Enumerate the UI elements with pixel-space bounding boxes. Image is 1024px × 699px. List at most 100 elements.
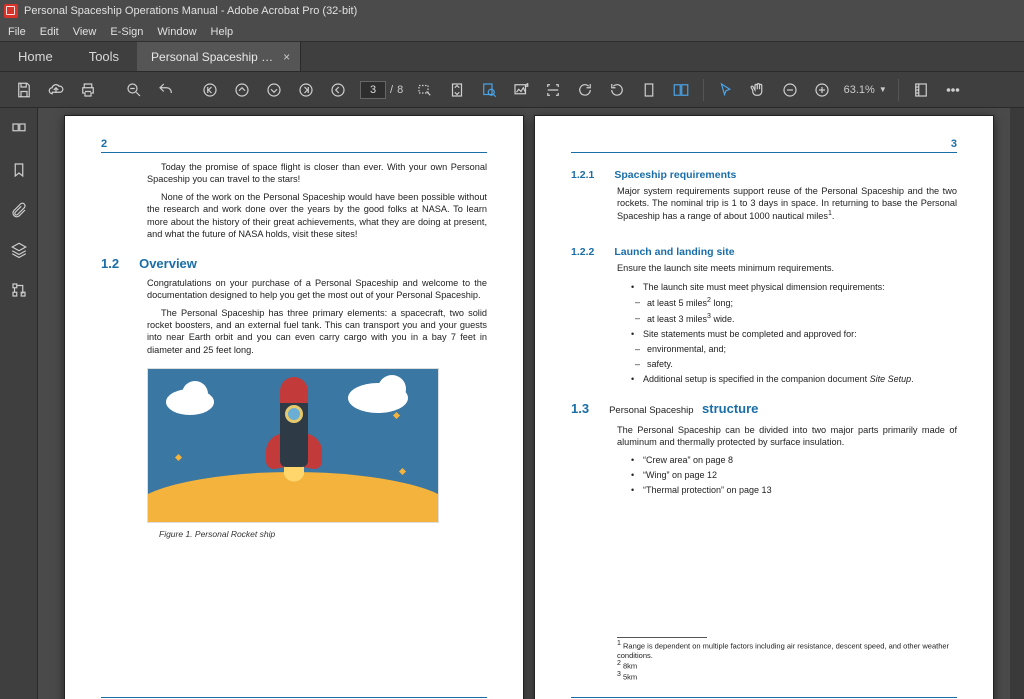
sub-bullet-list: environmental, and; safety. xyxy=(635,343,957,371)
toolbar: / 8 63.1% ▼ xyxy=(0,72,1024,108)
tab-tools[interactable]: Tools xyxy=(71,42,137,71)
toolbar-separator xyxy=(703,79,704,101)
list-item: “Wing” on page 12 xyxy=(631,469,957,482)
more-tools-icon[interactable] xyxy=(939,76,967,104)
selection-tool-icon[interactable] xyxy=(712,76,740,104)
thumbnails-icon[interactable] xyxy=(7,118,31,142)
section-heading: 1.2 Overview xyxy=(101,256,487,271)
two-page-icon[interactable] xyxy=(667,76,695,104)
tab-document[interactable]: Personal Spaceship … × xyxy=(137,42,301,71)
right-tool-pane-collapsed[interactable] xyxy=(1010,108,1024,699)
first-page-icon[interactable] xyxy=(196,76,224,104)
pdf-page-left: 2 Today the promise of space flight is c… xyxy=(65,116,523,699)
zoom-out-icon[interactable] xyxy=(776,76,804,104)
menu-edit[interactable]: Edit xyxy=(40,26,59,38)
prev-view-icon[interactable] xyxy=(324,76,352,104)
section-title: Overview xyxy=(139,256,197,271)
page-number: 3 xyxy=(571,138,957,153)
list-item: at least 5 miles2 long; xyxy=(635,296,957,310)
list-item: “Crew area” on page 8 xyxy=(631,454,957,467)
page-up-icon[interactable] xyxy=(228,76,256,104)
page-number-input[interactable] xyxy=(360,81,386,99)
body-text: Today the promise of space flight is clo… xyxy=(147,161,487,185)
zoom-in-icon[interactable] xyxy=(808,76,836,104)
find-icon[interactable] xyxy=(475,76,503,104)
pdf-icon xyxy=(4,4,18,18)
undo-icon[interactable] xyxy=(152,76,180,104)
subsection-heading: 1.2.1 Spaceship requirements xyxy=(571,169,957,181)
bullet-list: “Crew area” on page 8 “Wing” on page 12 … xyxy=(631,454,957,497)
rotate-cw-icon[interactable] xyxy=(571,76,599,104)
section-title: Spaceship requirements xyxy=(614,169,736,181)
zoom-level[interactable]: 63.1% ▼ xyxy=(840,84,890,96)
list-item: The launch site must meet physical dimen… xyxy=(631,281,957,294)
page-viewer[interactable]: 2 Today the promise of space flight is c… xyxy=(38,108,1010,699)
tab-document-label: Personal Spaceship … xyxy=(151,50,273,64)
tab-bar: Home Tools Personal Spaceship … × xyxy=(0,42,1024,72)
print-icon[interactable] xyxy=(74,76,102,104)
hand-tool-icon[interactable] xyxy=(744,76,772,104)
fit-page-icon[interactable] xyxy=(443,76,471,104)
read-mode-icon[interactable] xyxy=(907,76,935,104)
figure-rocket xyxy=(147,368,439,523)
section-number: 1.3 xyxy=(571,401,589,416)
page-number: 2 xyxy=(101,138,487,153)
toolbar-separator xyxy=(898,79,899,101)
zoom-value: 63.1% xyxy=(844,84,875,96)
layers-icon[interactable] xyxy=(7,238,31,262)
content-area: ▶ 2 Today the promise of space flight is… xyxy=(0,108,1024,699)
list-item: Site statements must be completed and ap… xyxy=(631,328,957,341)
section-title: Personal Spaceship structure xyxy=(609,400,758,418)
menu-file[interactable]: File xyxy=(8,26,26,38)
list-item: environmental, and; xyxy=(635,343,957,356)
list-item: Additional setup is specified in the com… xyxy=(631,373,957,386)
cloud-icon[interactable] xyxy=(42,76,70,104)
nav-sidebar xyxy=(0,108,38,699)
menu-help[interactable]: Help xyxy=(211,26,234,38)
bullet-list: The launch site must meet physical dimen… xyxy=(631,281,957,294)
window-titlebar: Personal Spaceship Operations Manual - A… xyxy=(0,0,1024,22)
tab-home[interactable]: Home xyxy=(0,42,71,71)
page-down-icon[interactable] xyxy=(260,76,288,104)
page-sep: / xyxy=(390,84,393,96)
sub-bullet-list: at least 5 miles2 long; at least 3 miles… xyxy=(635,296,957,326)
bookmark-icon[interactable] xyxy=(7,158,31,182)
pdf-page-right: 3 1.2.1 Spaceship requirements Major sys… xyxy=(535,116,993,699)
single-page-icon[interactable] xyxy=(635,76,663,104)
bullet-list: Additional setup is specified in the com… xyxy=(631,373,957,386)
bullet-list: Site statements must be completed and ap… xyxy=(631,328,957,341)
subsection-heading: 1.2.2 Launch and landing site xyxy=(571,246,957,258)
list-item: “Thermal protection” on page 13 xyxy=(631,484,957,497)
last-page-icon[interactable] xyxy=(292,76,320,104)
zoom-out-magnifier-icon[interactable] xyxy=(120,76,148,104)
section-heading: 1.3 Personal Spaceship structure xyxy=(571,400,957,418)
export-image-icon[interactable] xyxy=(507,76,535,104)
chevron-down-icon: ▼ xyxy=(879,85,887,94)
scan-icon[interactable] xyxy=(539,76,567,104)
zoom-marquee-icon[interactable] xyxy=(411,76,439,104)
footnotes: 1 Range is dependent on multiple factors… xyxy=(617,637,957,682)
page-indicator: / 8 xyxy=(360,81,403,99)
section-title: Launch and landing site xyxy=(614,246,734,258)
model-tree-icon[interactable] xyxy=(7,278,31,302)
save-icon[interactable] xyxy=(10,76,38,104)
body-text: Major system requirements support reuse … xyxy=(617,185,957,222)
section-number: 1.2.2 xyxy=(571,246,594,258)
section-number: 1.2.1 xyxy=(571,169,594,181)
body-text: Ensure the launch site meets minimum req… xyxy=(617,262,957,274)
figure-caption: Figure 1. Personal Rocket ship xyxy=(159,529,487,539)
window-title: Personal Spaceship Operations Manual - A… xyxy=(24,5,357,17)
attachment-icon[interactable] xyxy=(7,198,31,222)
body-text: None of the work on the Personal Spacesh… xyxy=(147,191,487,240)
menu-esign[interactable]: E-Sign xyxy=(110,26,143,38)
section-number: 1.2 xyxy=(101,256,119,271)
body-text: The Personal Spaceship has three primary… xyxy=(147,307,487,356)
rotate-ccw-icon[interactable] xyxy=(603,76,631,104)
list-item: safety. xyxy=(635,358,957,371)
page-total: 8 xyxy=(397,84,403,96)
rocket-icon xyxy=(266,377,322,497)
menu-window[interactable]: Window xyxy=(157,26,196,38)
menu-view[interactable]: View xyxy=(73,26,97,38)
menu-bar: File Edit View E-Sign Window Help xyxy=(0,22,1024,42)
close-tab-icon[interactable]: × xyxy=(283,50,290,64)
